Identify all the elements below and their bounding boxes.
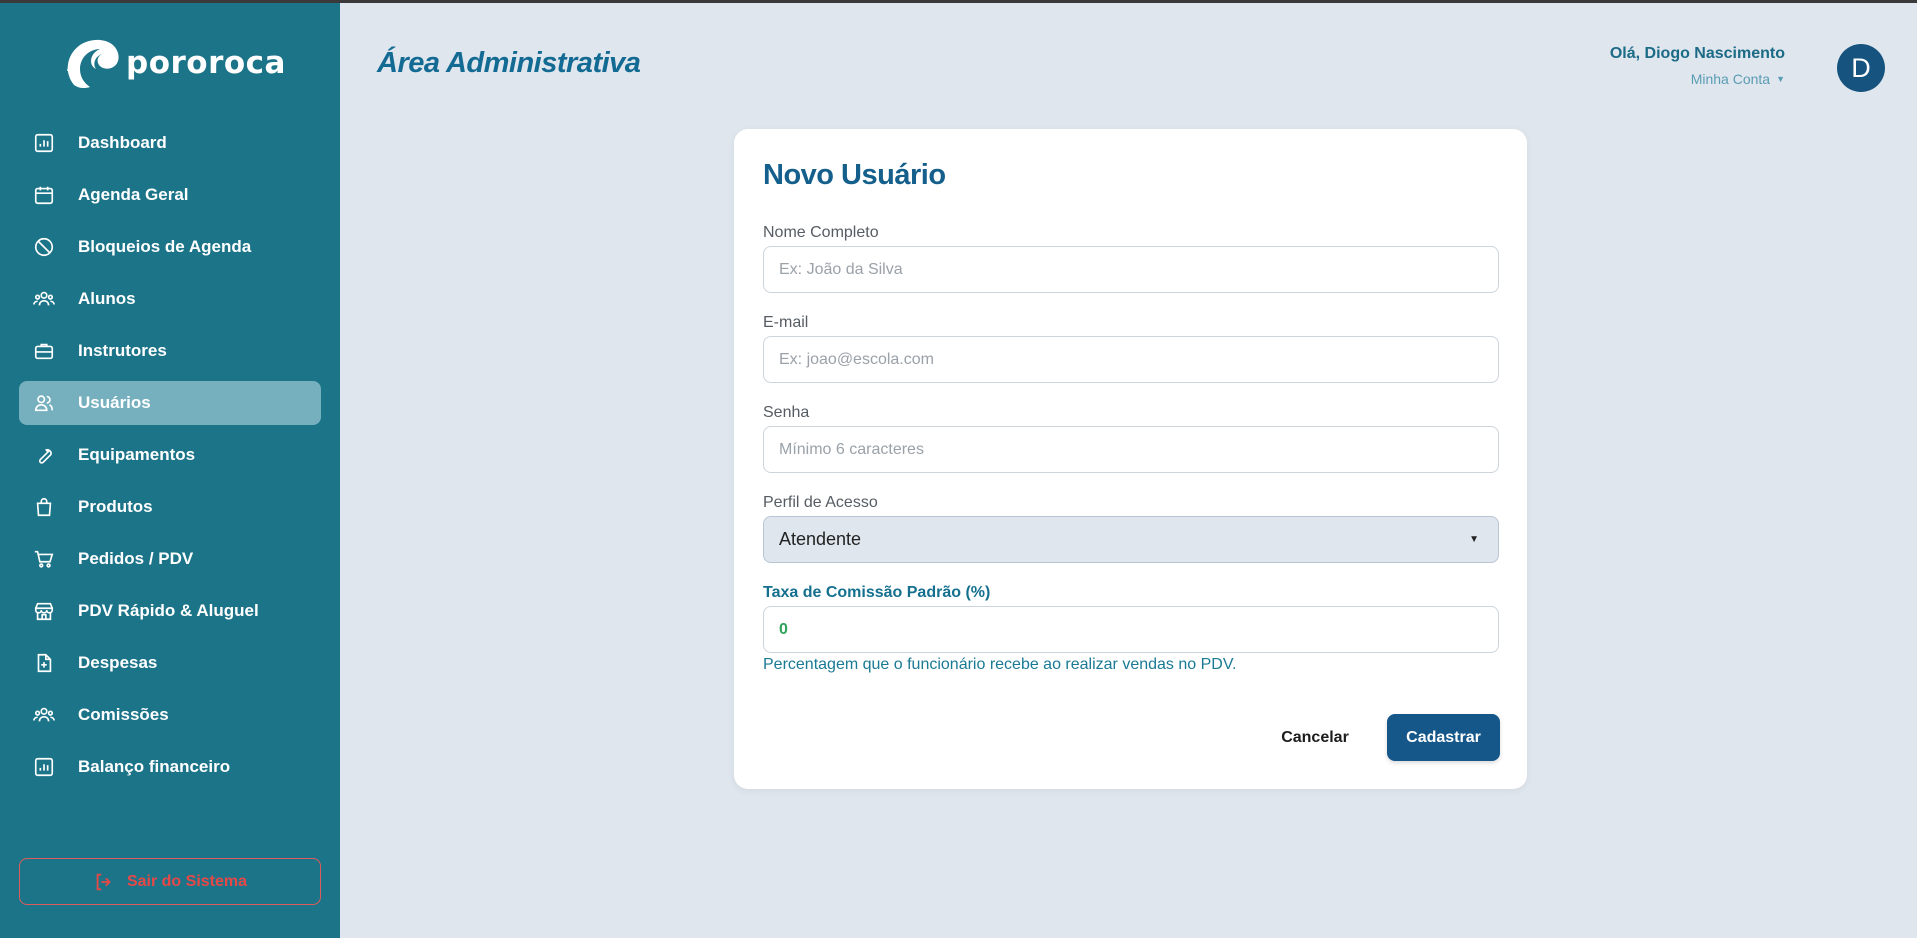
password-label: Senha [763,404,810,421]
sidebar-item-label: Usuários [78,393,151,412]
ban-icon [33,236,55,258]
wrench-icon [33,444,55,466]
sidebar-item-comissoes[interactable]: Comissões [19,693,321,737]
account-menu-toggle[interactable]: Minha Conta ▼ [1610,71,1785,87]
sidebar-item-label: PDV Rápido & Aluguel [78,601,259,620]
caret-down-icon: ▼ [1776,74,1785,84]
users-icon [33,392,55,414]
email-label: E-mail [763,314,809,331]
sidebar-item-equipamentos[interactable]: Equipamentos [19,433,321,477]
page-title: Área Administrativa [377,47,641,79]
calendar-icon [33,184,55,206]
sidebar-item-label: Dashboard [78,133,167,152]
profile-label: Perfil de Acesso [763,494,878,511]
sidebar-nav: Dashboard Agenda Geral Bloqueios de Agen… [19,121,321,797]
sidebar-item-label: Comissões [78,705,169,724]
avatar[interactable]: D [1837,44,1885,92]
account-menu-label: Minha Conta [1690,71,1771,87]
sidebar-item-usuarios[interactable]: Usuários [19,381,321,425]
name-label: Nome Completo [763,224,879,241]
sidebar-item-bloqueios[interactable]: Bloqueios de Agenda [19,225,321,269]
logout-button[interactable]: Sair do Sistema [19,858,321,905]
commission-field-group: Taxa de Comissão Padrão (%) Percentagem … [763,584,1499,674]
profile-select[interactable]: Atendente ▼ [763,516,1499,563]
sidebar-item-dashboard[interactable]: Dashboard [19,121,321,165]
cart-icon [33,548,55,570]
submit-button[interactable]: Cadastrar [1387,714,1500,761]
file-plus-icon [33,652,55,674]
sidebar-item-label: Equipamentos [78,445,196,464]
email-field-group: E-mail [763,314,1499,383]
store-icon [33,600,55,622]
new-user-card: Novo Usuário Nome Completo E-mail Senha … [734,129,1527,789]
sidebar-item-produtos[interactable]: Produtos [19,485,321,529]
sidebar-item-pedidos[interactable]: Pedidos / PDV [19,537,321,581]
bar-chart-icon [33,132,55,154]
sidebar-item-instrutores[interactable]: Instrutores [19,329,321,373]
password-input[interactable] [763,426,1499,473]
briefcase-icon [33,340,55,362]
cancel-button[interactable]: Cancelar [1265,714,1365,761]
sidebar-item-label: Alunos [78,289,136,308]
sidebar-item-label: Agenda Geral [78,185,189,204]
form-title: Novo Usuário [763,159,946,191]
sidebar-item-label: Bloqueios de Agenda [78,237,252,256]
bar-chart-icon [33,756,55,778]
sidebar-item-label: Balanço financeiro [78,757,231,776]
user-greeting: Olá, Diogo Nascimento [1609,45,1785,62]
sidebar-item-despesas[interactable]: Despesas [19,641,321,685]
sidebar-item-label: Pedidos / PDV [78,549,194,568]
sidebar-item-alunos[interactable]: Alunos [19,277,321,321]
email-input[interactable] [763,336,1499,383]
shopping-bag-icon [33,496,55,518]
sidebar-item-pdv-rapido[interactable]: PDV Rápido & Aluguel [19,589,321,633]
commission-input[interactable] [763,606,1499,653]
commission-help-text: Percentagem que o funcionário recebe ao … [763,656,1237,673]
user-info: Olá, Diogo Nascimento Minha Conta ▼ [1610,45,1785,87]
group-icon [33,704,55,726]
chevron-down-icon: ▼ [1469,534,1479,545]
sidebar-item-label: Despesas [78,653,158,672]
password-field-group: Senha [763,404,1499,473]
group-icon [33,288,55,310]
name-input[interactable] [763,246,1499,293]
sidebar-item-label: Produtos [78,497,153,516]
name-field-group: Nome Completo [763,224,1499,293]
logout-icon [96,873,111,890]
sidebar: pororoca Dashboard Agenda Geral Bloqueio… [0,3,340,938]
sidebar-item-label: Instrutores [78,341,167,360]
brand-name: pororoca [126,45,286,81]
sidebar-item-agenda-geral[interactable]: Agenda Geral [19,173,321,217]
wave-logo-icon [67,39,119,89]
sidebar-item-balanco[interactable]: Balanço financeiro [19,745,321,789]
logout-label: Sair do Sistema [126,872,248,890]
profile-field-group: Perfil de Acesso Atendente ▼ [763,494,1499,563]
brand-logo[interactable]: pororoca [60,33,286,93]
commission-label: Taxa de Comissão Padrão (%) [763,584,991,601]
profile-selected-value: Atendente [779,529,862,549]
